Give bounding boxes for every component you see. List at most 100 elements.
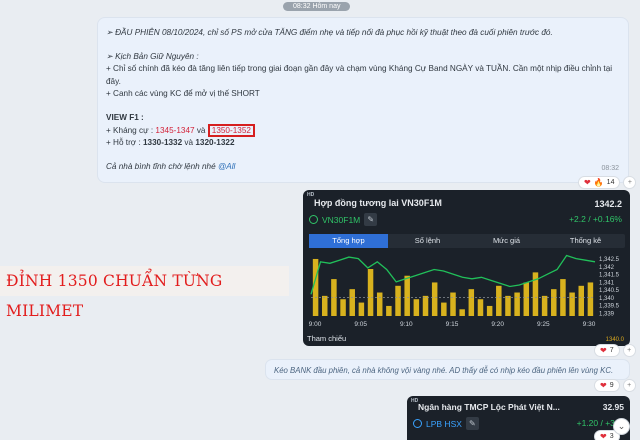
volume-bar xyxy=(386,305,392,316)
tab-statistics[interactable]: Thống kê xyxy=(546,234,625,248)
support-line: + Hỗ trợ : 1330-1332 và 1320-1322 xyxy=(106,137,620,150)
support-and: và xyxy=(182,138,196,148)
heart-icon: ❤ xyxy=(600,381,607,390)
message-line-4: + Canh các vùng KC để mở vị thế SHORT xyxy=(106,89,260,99)
y-tick-label: 1,340 xyxy=(599,296,615,302)
reference-label: Tham chiếu xyxy=(307,334,347,343)
x-tick-label: 9:25 xyxy=(537,321,550,328)
reactions-1: ❤ 🔥 14 + xyxy=(578,176,637,189)
plus-icon: + xyxy=(627,347,632,354)
volume-bar xyxy=(477,299,484,316)
volume-bar xyxy=(450,292,456,316)
heart-icon: ❤ xyxy=(584,178,591,187)
volume-bar xyxy=(441,302,447,316)
volume-bar xyxy=(413,299,420,316)
reaction-count: 14 xyxy=(606,179,615,186)
volume-bar xyxy=(523,282,530,316)
chevron-down-icon: ⌄ xyxy=(617,421,626,431)
y-tick-label: 1,341.5 xyxy=(599,273,620,279)
symbol-label[interactable]: VN30F1M xyxy=(322,215,360,225)
scroll-down-button[interactable]: ⌄ xyxy=(613,418,630,435)
fire-icon: 🔥 xyxy=(593,178,604,187)
volume-bar xyxy=(569,292,575,316)
support-zone-2: 1320-1322 xyxy=(195,138,235,148)
message-line-1: ➢ ĐẦU PHIÊN 08/10/2024, chỉ số PS mở cửa… xyxy=(106,28,553,37)
x-tick-label: 9:20 xyxy=(491,321,504,328)
card-price: 32.95 xyxy=(602,402,624,412)
closing-text: Cả nhà bình tĩnh chờ lệnh nhé xyxy=(106,161,218,171)
y-tick-label: 1,342 xyxy=(599,265,615,271)
x-tick-label: 9:10 xyxy=(400,321,413,328)
symbol-row: VN30F1M ✎ xyxy=(309,213,378,226)
pencil-icon[interactable]: ✎ xyxy=(364,213,378,226)
tab-overview[interactable]: Tổng hợp xyxy=(309,234,388,248)
x-tick-label: 9:15 xyxy=(446,321,459,328)
symbol-icon xyxy=(309,215,318,224)
volume-bar xyxy=(404,275,410,316)
stock-card-vn30f1m[interactable]: HD Hợp đồng tương lai VN30F1M 1342.2 VN3… xyxy=(303,190,630,346)
add-reaction-button[interactable]: + xyxy=(623,176,637,189)
reaction-count: 7 xyxy=(609,347,614,354)
volume-bar xyxy=(587,282,594,316)
reactions-3: ❤ 9 + xyxy=(594,379,636,392)
volume-bar xyxy=(505,295,511,316)
volume-bar xyxy=(376,292,383,316)
y-tick-label: 1,341 xyxy=(599,280,615,286)
intraday-chart: 1,342.5 1,342 1,341.51,341 1,340.5 1,340 1,33… xyxy=(309,254,620,328)
x-tick-label: 9:00 xyxy=(309,321,322,328)
card-title: Hợp đồng tương lai VN30F1M xyxy=(314,198,442,208)
reactions-2: ❤ 7 + xyxy=(594,344,636,357)
y-tick-label: 1,340.5 xyxy=(599,288,620,294)
volume-bar xyxy=(340,299,346,316)
volume-bar xyxy=(431,282,438,316)
mention-all[interactable]: @All xyxy=(218,162,235,171)
view-label: VIEW F1 : xyxy=(106,112,144,122)
reaction-pill[interactable]: ❤ 7 xyxy=(594,344,620,357)
reaction-count: 9 xyxy=(609,382,614,389)
message-bubble-analysis: ➢ ĐẦU PHIÊN 08/10/2024, chỉ số PS mở cửa… xyxy=(97,17,629,183)
card-title: Ngân hàng TMCP Lộc Phát Việt N... xyxy=(418,402,560,412)
volume-bar xyxy=(514,292,520,316)
volume-bar xyxy=(468,289,475,316)
volume-bar xyxy=(321,295,328,316)
symbol-row: LPB HSX ✎ xyxy=(413,417,479,430)
resistance-and: và xyxy=(194,125,208,135)
volume-bar xyxy=(395,285,401,316)
symbol-label[interactable]: LPB HSX xyxy=(426,419,462,429)
overlay-caption: ĐỈNH 1350 CHUẨN TỪNG MILIMET xyxy=(0,266,289,320)
price-line xyxy=(310,254,596,295)
message-time: 08:32 xyxy=(601,165,619,173)
reaction-pill[interactable]: ❤ 🔥 14 xyxy=(578,176,621,189)
date-divider: 08:32 Hôm nay xyxy=(283,2,351,11)
reaction-pill[interactable]: ❤ 9 xyxy=(594,379,620,392)
symbol-icon xyxy=(413,419,422,428)
pencil-icon[interactable]: ✎ xyxy=(465,417,479,430)
y-tick-label: 1,342.5 xyxy=(599,257,620,263)
plus-icon: + xyxy=(627,179,633,186)
volume-bar xyxy=(358,302,365,316)
tab-orderbook[interactable]: Sổ lệnh xyxy=(388,234,467,248)
add-reaction-button[interactable]: + xyxy=(622,344,636,357)
plus-icon: + xyxy=(627,382,632,389)
card-tabs: Tổng hợp Sổ lệnh Mức giá Thống kê xyxy=(309,234,625,248)
price-change: +2.2 / +0.16% xyxy=(569,214,622,224)
closing-line: Cả nhà bình tĩnh chờ lệnh nhé @All xyxy=(106,161,620,174)
volume-bar xyxy=(422,295,429,316)
y-tick-label: 1,339 xyxy=(599,311,615,317)
support-label: + Hỗ trợ : xyxy=(106,138,143,148)
heart-icon: ❤ xyxy=(600,432,607,440)
volume-bar xyxy=(459,309,465,316)
resistance-zone-2: 1350-1352 xyxy=(207,123,255,137)
message-bubble-bank: Kéo BANK đầu phiên, cả nhà không vội vàn… xyxy=(265,359,630,380)
x-tick-label: 9:30 xyxy=(583,321,596,328)
heart-icon: ❤ xyxy=(600,346,607,355)
y-tick-label: 1,339.5 xyxy=(599,304,620,310)
volume-bar xyxy=(496,285,502,316)
volume-bar xyxy=(367,269,374,316)
volume-bar xyxy=(551,289,557,316)
add-reaction-button[interactable]: + xyxy=(622,379,636,392)
tab-price-levels[interactable]: Mức giá xyxy=(467,234,546,248)
volume-bar xyxy=(578,285,585,316)
volume-bar xyxy=(486,305,493,316)
reaction-count: 3 xyxy=(609,433,614,440)
